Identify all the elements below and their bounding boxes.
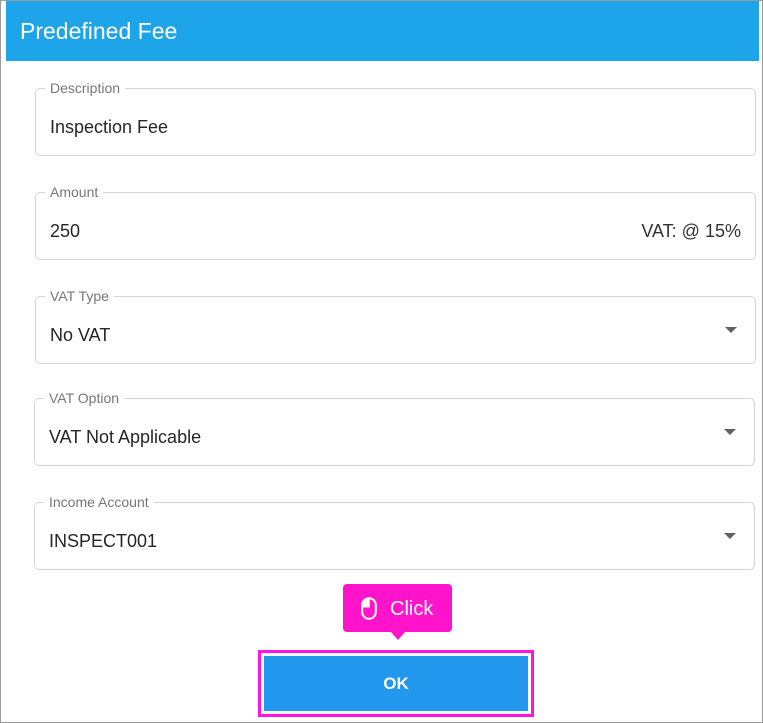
- description-label: Description: [45, 79, 126, 97]
- dialog-title: Predefined Fee: [20, 18, 178, 44]
- ok-button[interactable]: OK: [264, 656, 528, 711]
- mouse-icon: [361, 597, 377, 620]
- dialog-header: Predefined Fee: [6, 1, 759, 61]
- vat-option-label: VAT Option: [44, 389, 125, 407]
- description-value: Inspection Fee: [50, 117, 169, 137]
- vat-option-select[interactable]: VAT Option VAT Not Applicable: [34, 389, 755, 466]
- amount-value: 250: [50, 221, 81, 241]
- click-hint-tooltip: Click: [343, 584, 452, 640]
- amount-field[interactable]: Amount 250 VAT: @ 15%: [35, 183, 756, 260]
- vat-type-label: VAT Type: [45, 287, 114, 305]
- dropdown-caret-icon[interactable]: [724, 533, 736, 539]
- description-field[interactable]: Description Inspection Fee: [35, 79, 756, 156]
- vat-rate-text: VAT: @ 15%: [641, 221, 741, 241]
- income-account-select[interactable]: Income Account INSPECT001: [34, 493, 755, 570]
- income-account-label: Income Account: [44, 493, 154, 511]
- vat-option-value: VAT Not Applicable: [49, 427, 202, 447]
- dropdown-caret-icon[interactable]: [724, 429, 736, 435]
- vat-type-select[interactable]: VAT Type No VAT: [35, 287, 756, 364]
- income-account-value: INSPECT001: [49, 531, 158, 551]
- vat-type-value: No VAT: [50, 325, 111, 345]
- amount-label: Amount: [45, 183, 104, 201]
- tooltip-text: Click: [390, 598, 434, 620]
- dropdown-caret-icon[interactable]: [725, 327, 737, 333]
